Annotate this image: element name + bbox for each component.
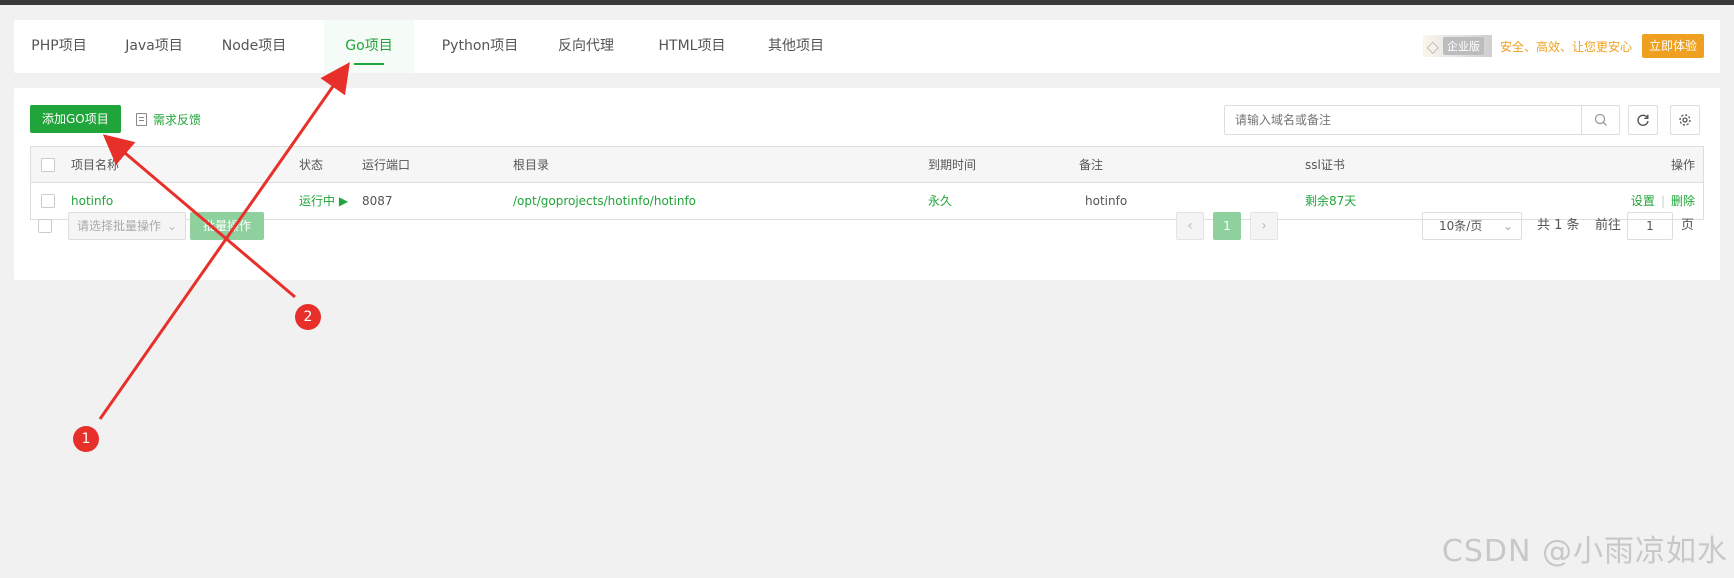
goto-label: 前往 [1595,218,1622,233]
tab-java[interactable]: Java项目 [112,20,196,73]
annotation-badge-1: 1 [73,426,99,452]
prev-page-button[interactable]: ‹ [1176,212,1204,240]
try-now-button[interactable]: 立即体验 [1641,34,1704,58]
settings-button[interactable] [1670,105,1700,135]
ssl-remaining[interactable]: 剩余87天 [1305,183,1356,219]
diamond-icon: ◇ [1426,36,1439,56]
batch-select-placeholder: 请选择批量操作 [77,219,162,233]
enterprise-badge: ◇ 企业版 [1422,35,1492,57]
tab-python[interactable]: Python项目 [428,20,532,73]
annotation-arrows [98,62,350,420]
enterprise-promo: ◇ 企业版 安全、高效、让您更安心 立即体验 [1422,34,1704,58]
search-icon [1594,113,1607,126]
chevron-down-icon: ⌄ [1502,219,1513,233]
project-panel: 添加GO项目 需求反馈 项目名称 状态 运行端口 根目录 到期时间 备注 ssl… [14,88,1720,280]
row-checkbox[interactable] [41,194,55,208]
header-ssl: ssl证书 [1305,158,1345,172]
page-size-select[interactable]: 10条/页 ⌄ [1422,212,1522,240]
select-all-checkbox[interactable] [41,158,55,172]
top-border [0,0,1734,5]
chevron-left-icon: ‹ [1187,218,1193,234]
remark-value[interactable]: hotinfo [1085,183,1127,219]
next-page-button[interactable]: › [1250,212,1278,240]
project-table: 项目名称 状态 运行端口 根目录 到期时间 备注 ssl证书 操作 hotinf… [30,146,1704,220]
batch-operation-select[interactable]: 请选择批量操作 ⌄ [68,212,186,240]
total-count: 共 1 条 [1537,218,1580,233]
header-actions: 操作 [1670,158,1695,172]
delete-link[interactable]: 删除 [1671,194,1695,208]
search-input[interactable] [1225,106,1581,134]
tab-reverse-proxy[interactable]: 反向代理 [546,20,626,73]
watermark: CSDN @小雨凉如水 [1441,534,1728,569]
chevron-down-icon: ⌄ [166,219,177,233]
enterprise-slogan: 安全、高效、让您更安心 [1499,39,1632,54]
header-status: 状态 [299,158,324,172]
edit-note-icon [136,113,147,126]
tab-php[interactable]: PHP项目 [18,20,100,73]
goto-page-input[interactable]: 1 [1627,212,1673,240]
header-port: 运行端口 [362,158,411,172]
refresh-icon [1637,114,1649,126]
footer-select-all-checkbox[interactable] [38,219,52,233]
header-root: 根目录 [513,158,550,172]
page-number-current[interactable]: 1 [1213,212,1241,240]
page-size-value: 10条/页 [1439,219,1483,233]
root-dir-link[interactable]: /opt/goprojects/hotinfo/hotinfo [513,183,696,219]
annotation-badge-2: 2 [295,304,321,330]
table-header: 项目名称 状态 运行端口 根目录 到期时间 备注 ssl证书 操作 [31,147,1703,183]
batch-operation-button[interactable]: 批量操作 [190,212,264,240]
port-value: 8087 [362,194,393,208]
gear-icon [1679,114,1691,126]
search-button[interactable] [1581,106,1619,134]
header-remark: 备注 [1079,158,1104,172]
add-go-project-button[interactable]: 添加GO项目 [30,105,121,133]
tab-html[interactable]: HTML项目 [646,20,738,73]
chevron-right-icon: › [1261,218,1267,234]
tab-node[interactable]: Node项目 [208,20,300,73]
project-tabs: PHP项目 Java项目 Node项目 Go项目 Python项目 反向代理 H… [14,20,1720,73]
search-box [1224,105,1620,135]
tab-other[interactable]: 其他项目 [754,20,838,73]
enterprise-label: 企业版 [1442,37,1484,55]
status-running[interactable]: 运行中 ▶ [299,183,348,219]
page-suffix: 页 [1681,218,1695,233]
tab-go[interactable]: Go项目 [324,20,414,73]
header-name[interactable]: 项目名称 [71,147,119,183]
settings-link[interactable]: 设置 [1631,194,1655,208]
refresh-button[interactable] [1628,105,1658,135]
feedback-link[interactable]: 需求反馈 [136,111,201,128]
feedback-label: 需求反馈 [153,113,202,127]
expire-value[interactable]: 永久 [928,183,952,219]
header-expire[interactable]: 到期时间 [928,147,976,183]
